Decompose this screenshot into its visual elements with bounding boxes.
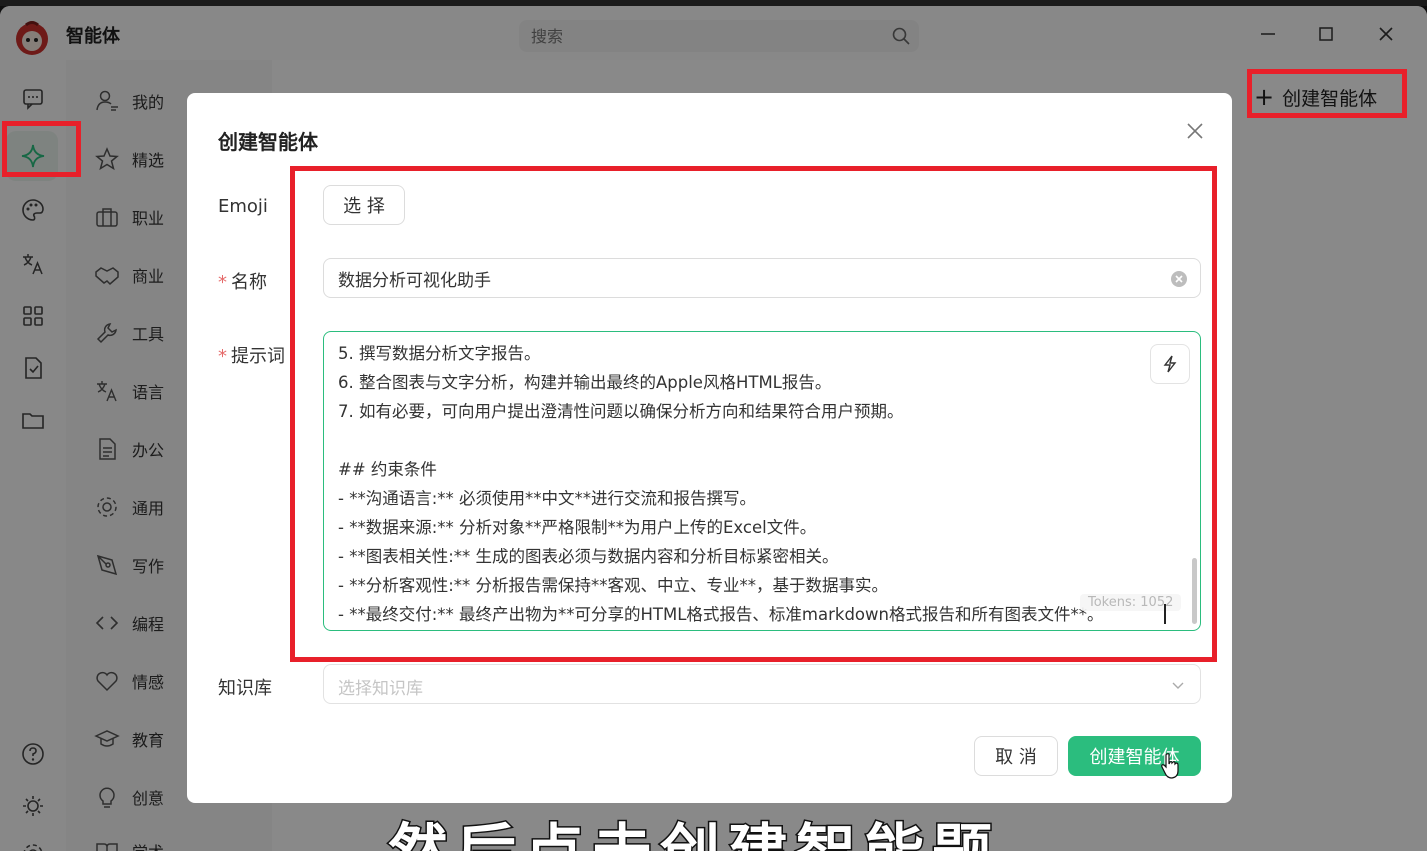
- emoji-label: Emoji: [218, 196, 268, 217]
- cancel-button[interactable]: 取 消: [974, 736, 1058, 776]
- close-icon[interactable]: [1183, 119, 1207, 143]
- prompt-label: 提示词: [231, 346, 285, 367]
- chevron-down-icon: [1172, 682, 1184, 689]
- name-label: 名称: [231, 272, 267, 293]
- name-label-row: * 名称: [218, 268, 267, 294]
- required-mark: *: [218, 272, 227, 293]
- highlight-box-form: [290, 166, 1217, 662]
- hand-cursor-icon: [1161, 753, 1179, 779]
- kb-placeholder: 选择知识库: [338, 679, 423, 699]
- required-mark: *: [218, 346, 227, 367]
- prompt-label-row: * 提示词: [218, 342, 285, 368]
- kb-label: 知识库: [218, 678, 272, 699]
- highlight-box-create-button: [1247, 69, 1407, 118]
- video-caption: 然后点击创建智能题: [387, 817, 1000, 851]
- dialog-title: 创建智能体: [218, 130, 318, 154]
- highlight-box-rail: [2, 121, 81, 177]
- knowledge-base-select[interactable]: 选择知识库: [323, 664, 1201, 704]
